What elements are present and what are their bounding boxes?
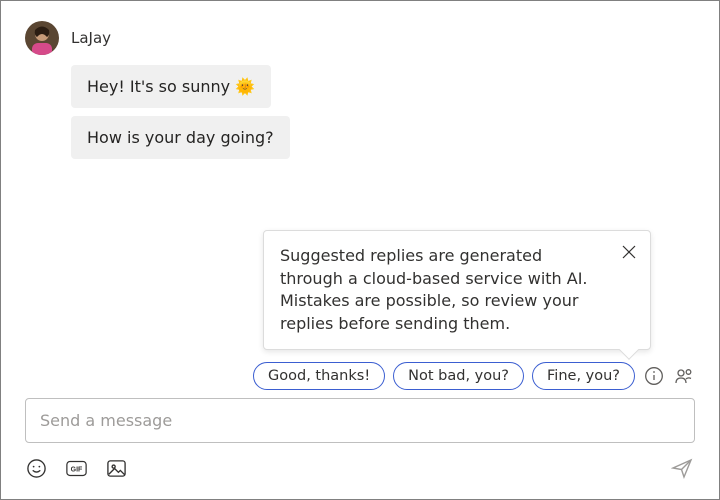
svg-text:GIF: GIF bbox=[70, 466, 82, 473]
message-input[interactable] bbox=[25, 398, 695, 443]
suggested-replies-row: Good, thanks! Not bad, you? Fine, you? bbox=[253, 362, 695, 390]
sender-header: LaJay bbox=[25, 21, 695, 55]
info-icon[interactable] bbox=[643, 365, 665, 387]
suggested-replies-tooltip: Suggested replies are generated through … bbox=[263, 230, 651, 350]
chat-area: LaJay Hey! It's so sunny 🌞 How is your d… bbox=[1, 1, 719, 398]
avatar[interactable] bbox=[25, 21, 59, 55]
message-bubble: Hey! It's so sunny 🌞 bbox=[71, 65, 271, 108]
close-icon[interactable] bbox=[620, 243, 638, 261]
suggested-reply-button[interactable]: Fine, you? bbox=[532, 362, 635, 390]
people-icon[interactable] bbox=[673, 365, 695, 387]
suggested-reply-button[interactable]: Good, thanks! bbox=[253, 362, 385, 390]
image-icon[interactable] bbox=[105, 457, 127, 479]
tooltip-text: Suggested replies are generated through … bbox=[280, 246, 588, 332]
sender-name: LaJay bbox=[71, 29, 111, 47]
tooltip-tail bbox=[619, 340, 639, 360]
gif-icon[interactable]: GIF bbox=[65, 457, 87, 479]
message-bubble: How is your day going? bbox=[71, 116, 290, 159]
suggested-reply-button[interactable]: Not bad, you? bbox=[393, 362, 524, 390]
emoji-icon[interactable] bbox=[25, 457, 47, 479]
compose-area: GIF bbox=[1, 398, 719, 499]
send-icon[interactable] bbox=[669, 455, 695, 481]
compose-toolbar: GIF bbox=[25, 455, 695, 481]
